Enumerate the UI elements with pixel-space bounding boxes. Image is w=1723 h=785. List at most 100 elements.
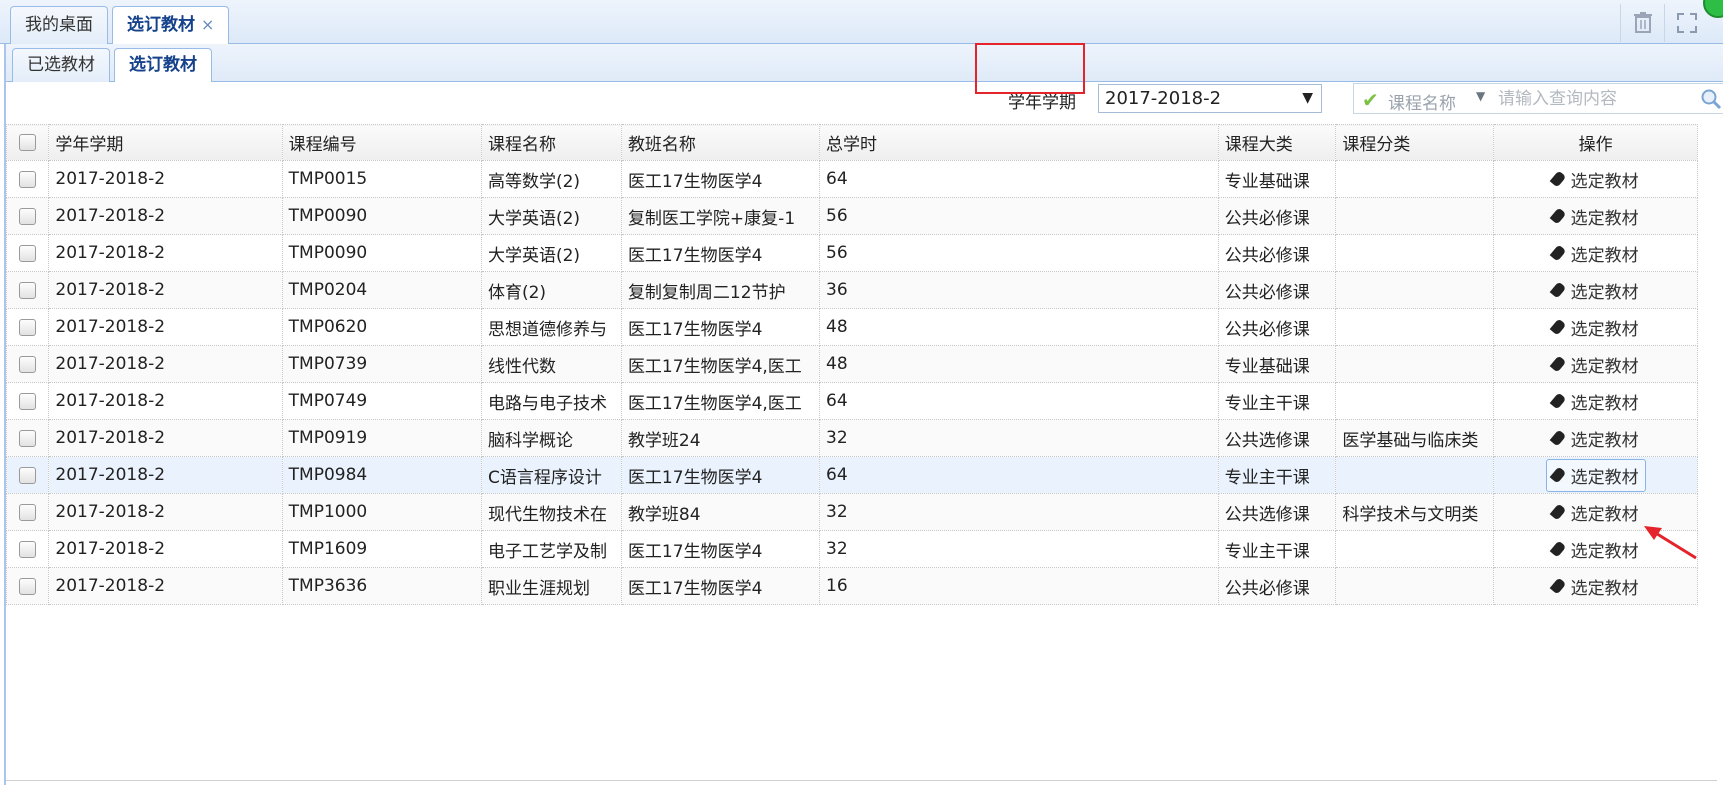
row-checkbox-cell[interactable] bbox=[5, 530, 50, 568]
cell-class: 医工17生物医学4 bbox=[620, 530, 821, 568]
column-header[interactable]: 总学时 bbox=[819, 124, 1219, 161]
checkbox[interactable] bbox=[19, 577, 37, 595]
select-textbook-button[interactable]: 选定教材 bbox=[1547, 423, 1645, 454]
pencil-icon bbox=[1549, 503, 1567, 521]
checkbox[interactable] bbox=[19, 392, 37, 410]
row-checkbox-cell[interactable] bbox=[5, 160, 50, 198]
row-checkbox-cell[interactable] bbox=[5, 419, 50, 457]
select-textbook-label: 选定教材 bbox=[1570, 578, 1639, 599]
row-checkbox-cell[interactable] bbox=[5, 456, 50, 494]
cell-term: 2017-2018-2 bbox=[48, 345, 283, 383]
pencil-icon bbox=[1549, 540, 1567, 558]
table-row[interactable]: 2017-2018-2 TMP0620 思想道德修养与 医工17生物医学4 48 公共必修… bbox=[5, 308, 1698, 346]
tab-select-textbook[interactable]: 选订教材 × bbox=[112, 6, 230, 45]
table-row[interactable]: 2017-2018-2 TMP0015 高等数学(2) 医工17生物医学4 64 专业基础… bbox=[5, 160, 1698, 198]
table-row[interactable]: 2017-2018-2 TMP0739 线性代数 医工17生物医学4,医工 48 专业基础… bbox=[5, 345, 1698, 383]
checkbox[interactable] bbox=[19, 503, 37, 521]
cell-subcategory bbox=[1335, 271, 1495, 309]
trash-icon[interactable] bbox=[1620, 4, 1664, 42]
cell-name: C语言程序设计 bbox=[480, 456, 622, 494]
column-header[interactable]: 课程大类 bbox=[1217, 124, 1337, 161]
caret-down-icon[interactable]: ▼ bbox=[1476, 89, 1485, 103]
search-icon[interactable] bbox=[1700, 88, 1722, 110]
fullscreen-icon[interactable] bbox=[1664, 4, 1708, 42]
search-input[interactable] bbox=[1498, 86, 1698, 111]
search-field-select[interactable]: 课程名称 bbox=[1388, 89, 1456, 114]
checkbox[interactable] bbox=[19, 170, 37, 188]
row-checkbox-cell[interactable] bbox=[5, 567, 50, 605]
cell-code: TMP0749 bbox=[281, 382, 482, 420]
cell-hours: 48 bbox=[819, 308, 1219, 346]
select-textbook-button[interactable]: 选定教材 bbox=[1547, 386, 1645, 417]
row-checkbox-cell[interactable] bbox=[5, 197, 50, 235]
column-header[interactable]: 课程名称 bbox=[480, 124, 622, 161]
checkbox[interactable] bbox=[19, 429, 37, 447]
checkbox[interactable] bbox=[19, 134, 37, 151]
tab-selected-textbooks[interactable]: 已选教材 bbox=[12, 48, 110, 82]
select-textbook-label: 选定教材 bbox=[1570, 171, 1639, 192]
row-checkbox-cell[interactable] bbox=[5, 234, 50, 272]
checkbox[interactable] bbox=[19, 318, 37, 336]
cell-hours: 32 bbox=[819, 419, 1219, 457]
cell-hours: 36 bbox=[819, 271, 1219, 309]
table-row[interactable]: 2017-2018-2 TMP1000 现代生物技术在 教学班84 32 公共选修课 科学技… bbox=[5, 493, 1698, 531]
checkbox[interactable] bbox=[19, 244, 37, 262]
table-header: 学年学期 课程编号 课程名称 教班名称 总学时 课程大类 课程分类 操作 bbox=[5, 124, 1698, 161]
table-row[interactable]: 2017-2018-2 TMP1609 电子工艺学及制 医工17生物医学4 32 专业主干… bbox=[5, 530, 1698, 568]
cell-hours: 56 bbox=[819, 234, 1219, 272]
pencil-icon bbox=[1549, 170, 1567, 188]
row-checkbox-cell[interactable] bbox=[5, 382, 50, 420]
cell-term: 2017-2018-2 bbox=[48, 271, 283, 309]
column-header[interactable]: 教班名称 bbox=[620, 124, 821, 161]
row-checkbox-cell[interactable] bbox=[5, 345, 50, 383]
check-icon: ✔ bbox=[1362, 88, 1379, 112]
checkbox[interactable] bbox=[19, 466, 37, 484]
checkbox[interactable] bbox=[19, 207, 37, 225]
row-checkbox-cell[interactable] bbox=[5, 271, 50, 309]
checkbox[interactable] bbox=[19, 355, 37, 373]
cell-subcategory bbox=[1335, 567, 1495, 605]
cell-code: TMP0984 bbox=[281, 456, 482, 494]
table-row[interactable]: 2017-2018-2 TMP0090 大学英语(2) 医工17生物医学4 56 公共必修… bbox=[5, 234, 1698, 272]
select-textbook-button[interactable]: 选定教材 bbox=[1547, 349, 1645, 380]
toolbar: 学年学期 2017-2018-2 ▼ ✔ 课程名称 ▼ bbox=[6, 82, 1723, 116]
table-row[interactable]: 2017-2018-2 TMP0919 脑科学概论 教学班24 32 公共选修课 医学基础与… bbox=[5, 419, 1698, 457]
row-checkbox-cell[interactable] bbox=[5, 493, 50, 531]
tab-order-textbooks[interactable]: 选订教材 bbox=[114, 48, 212, 83]
column-header[interactable]: 学年学期 bbox=[48, 124, 283, 161]
cell-category: 公共必修课 bbox=[1217, 308, 1337, 346]
cell-name: 脑科学概论 bbox=[480, 419, 622, 457]
row-checkbox-cell[interactable] bbox=[5, 308, 50, 346]
select-textbook-label: 选定教材 bbox=[1570, 430, 1639, 451]
cell-category: 公共必修课 bbox=[1217, 567, 1337, 605]
checkbox[interactable] bbox=[19, 540, 37, 558]
tab-label: 已选教材 bbox=[27, 55, 95, 75]
table-row[interactable]: 2017-2018-2 TMP3636 职业生涯规划 医工17生物医学4 16 公共必修课… bbox=[5, 567, 1698, 605]
checkbox[interactable] bbox=[19, 281, 37, 299]
select-textbook-button[interactable]: 选定教材 bbox=[1547, 201, 1645, 232]
select-textbook-button[interactable]: 选定教材 bbox=[1547, 275, 1645, 306]
cell-category: 专业主干课 bbox=[1217, 530, 1337, 568]
cell-action: 选定教材 bbox=[1493, 345, 1698, 383]
table-row[interactable]: 2017-2018-2 TMP0749 电路与电子技术 医工17生物医学4,医工 64 专… bbox=[5, 382, 1698, 420]
select-textbook-button[interactable]: 选定教材 bbox=[1547, 534, 1645, 565]
select-textbook-button[interactable]: 选定教材 bbox=[1547, 312, 1645, 343]
cell-subcategory: 科学技术与文明类 bbox=[1335, 493, 1495, 531]
select-textbook-button[interactable]: 选定教材 bbox=[1547, 497, 1645, 528]
cell-class: 复制复制周二12节护 bbox=[620, 271, 821, 309]
table-row[interactable]: 2017-2018-2 TMP0204 体育(2) 复制复制周二12节护 36 公共必修课… bbox=[5, 271, 1698, 309]
table-row[interactable]: 2017-2018-2 TMP0090 大学英语(2) 复制医工学院+康复-1 56 公共… bbox=[5, 197, 1698, 235]
cell-class: 复制医工学院+康复-1 bbox=[620, 197, 821, 235]
select-textbook-button[interactable]: 选定教材 bbox=[1547, 164, 1645, 195]
select-textbook-button[interactable]: 选定教材 bbox=[1547, 238, 1645, 269]
close-icon[interactable]: × bbox=[201, 15, 214, 34]
column-header[interactable]: 课程编号 bbox=[281, 124, 482, 161]
select-all-checkbox[interactable] bbox=[5, 124, 50, 161]
table-row[interactable]: 2017-2018-2 TMP0984 C语言程序设计 医工17生物医学4 64 专业主干… bbox=[5, 456, 1698, 494]
select-textbook-button[interactable]: 选定教材 bbox=[1547, 571, 1645, 602]
tab-my-desktop[interactable]: 我的桌面 bbox=[10, 6, 108, 44]
cell-name: 电子工艺学及制 bbox=[480, 530, 622, 568]
term-select[interactable]: 2017-2018-2 ▼ bbox=[1098, 84, 1322, 113]
select-textbook-button[interactable]: 选定教材 bbox=[1545, 458, 1646, 492]
column-header[interactable]: 课程分类 bbox=[1335, 124, 1495, 161]
